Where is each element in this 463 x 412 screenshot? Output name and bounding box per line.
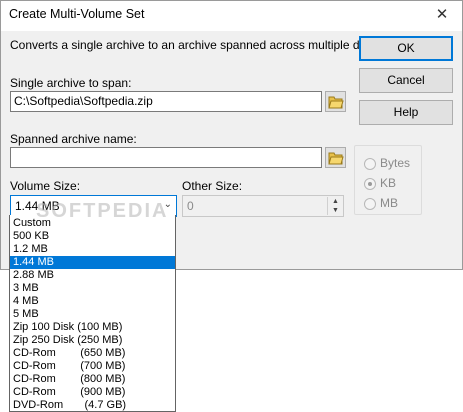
spin-up-icon[interactable]: ▲ bbox=[330, 197, 341, 206]
chevron-down-icon[interactable]: ⌄ bbox=[164, 199, 172, 210]
dropdown-option[interactable]: 500 KB bbox=[10, 230, 175, 243]
other-size-label: Other Size: bbox=[182, 179, 243, 193]
unit-groupbox: Bytes KB MB bbox=[354, 145, 422, 215]
single-archive-label: Single archive to span: bbox=[10, 76, 132, 90]
description-text: Converts a single archive to an archive … bbox=[10, 38, 384, 52]
browse-archive-button[interactable] bbox=[325, 91, 346, 112]
dropdown-option[interactable]: 1.44 MB bbox=[10, 256, 175, 269]
volume-size-dropdown-list[interactable]: Custom 500 KB 1.2 MB 1.44 MB 2.88 MB 3 MB 4 MB… bbox=[9, 215, 176, 412]
dropdown-option[interactable]: 3 MB bbox=[10, 282, 175, 295]
spin-down-icon[interactable]: ▼ bbox=[330, 206, 341, 215]
window-title: Create Multi-Volume Set bbox=[9, 7, 145, 21]
dropdown-option[interactable]: Custom bbox=[10, 217, 175, 230]
dropdown-option[interactable]: 5 MB bbox=[10, 308, 175, 321]
cancel-button[interactable]: Cancel bbox=[359, 68, 453, 93]
volume-size-select[interactable]: 1.44 MB ⌄ bbox=[10, 195, 177, 217]
other-size-spinner[interactable]: 0 ▲ ▼ bbox=[182, 195, 344, 217]
dropdown-option[interactable]: CD-Rom (650 MB) bbox=[10, 347, 175, 360]
spanned-name-input[interactable] bbox=[10, 147, 322, 168]
ok-button[interactable]: OK bbox=[359, 36, 453, 61]
volume-size-value: 1.44 MB bbox=[15, 199, 60, 213]
spanned-name-label: Spanned archive name: bbox=[10, 132, 137, 146]
open-folder-icon bbox=[328, 96, 344, 109]
dropdown-option[interactable]: CD-Rom (800 MB) bbox=[10, 373, 175, 386]
spinner-buttons[interactable]: ▲ ▼ bbox=[327, 197, 342, 215]
other-size-value: 0 bbox=[187, 199, 194, 213]
dropdown-option[interactable]: CD-Rom (900 MB) bbox=[10, 386, 175, 399]
dropdown-option[interactable]: 2.88 MB bbox=[10, 269, 175, 282]
volume-size-label: Volume Size: bbox=[10, 179, 81, 193]
open-folder-icon bbox=[328, 152, 344, 165]
dropdown-option[interactable]: Zip 250 Disk (250 MB) bbox=[10, 334, 175, 347]
browse-spanned-button[interactable] bbox=[325, 147, 346, 168]
dropdown-option[interactable]: 1.2 MB bbox=[10, 243, 175, 256]
dropdown-option[interactable]: Zip 100 Disk (100 MB) bbox=[10, 321, 175, 334]
radio-circle-icon bbox=[364, 158, 376, 170]
title-bar: Create Multi-Volume Set ✕ bbox=[1, 1, 462, 31]
help-button[interactable]: Help bbox=[359, 100, 453, 125]
close-icon[interactable]: ✕ bbox=[432, 5, 452, 25]
dropdown-option[interactable]: 4 MB bbox=[10, 295, 175, 308]
radio-selected-icon bbox=[364, 178, 376, 190]
dropdown-option[interactable]: DVD-Rom (4.7 GB) bbox=[10, 399, 175, 412]
radio-circle-icon bbox=[364, 198, 376, 210]
dropdown-option[interactable]: CD-Rom (700 MB) bbox=[10, 360, 175, 373]
single-archive-input[interactable]: C:\Softpedia\Softpedia.zip bbox=[10, 91, 322, 112]
